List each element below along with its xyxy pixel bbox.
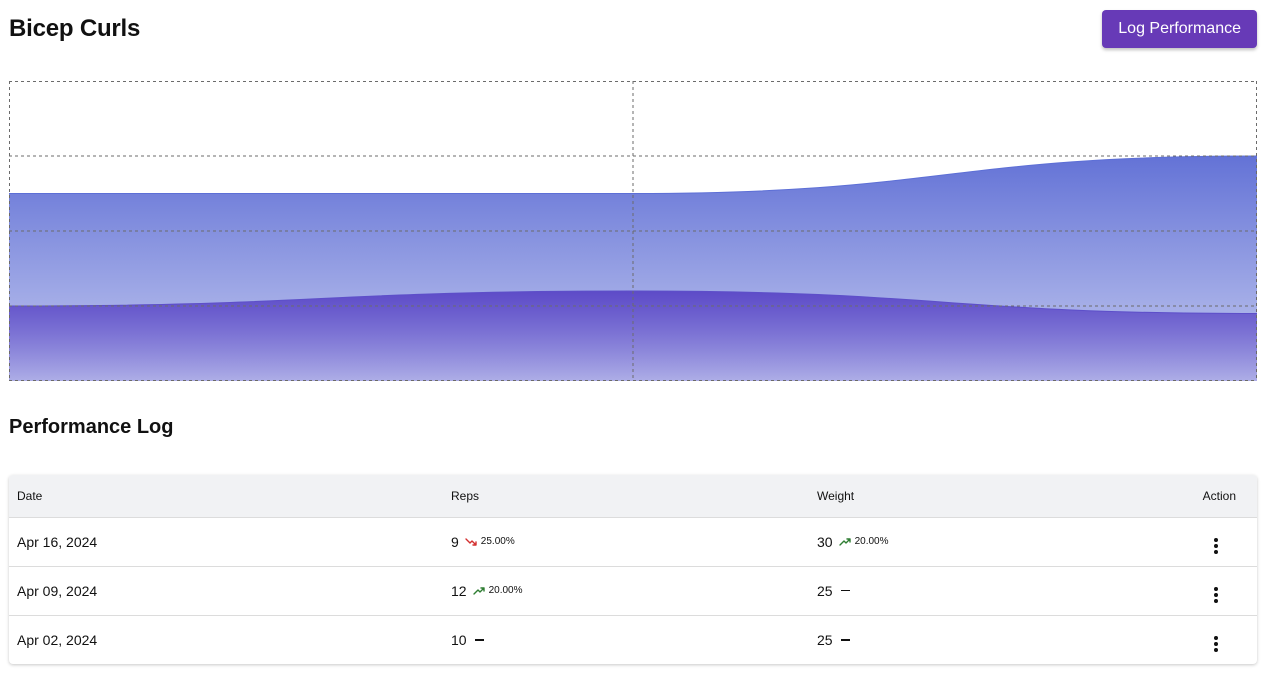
trend-percent: 25.00% xyxy=(480,536,515,547)
cell-action xyxy=(1109,614,1257,664)
reps-value: 12 xyxy=(451,582,467,599)
column-header-action: Action xyxy=(1109,475,1257,518)
column-header-weight[interactable]: Weight xyxy=(809,475,1109,518)
cell-date: Apr 02, 2024 xyxy=(9,614,443,664)
trend-indicator: 20.00% xyxy=(472,585,523,597)
table-row: Apr 02, 2024 10 25 xyxy=(9,614,1257,664)
cell-action xyxy=(1109,565,1257,615)
reps-value: 10 xyxy=(451,631,467,648)
trending-up-icon xyxy=(838,537,851,546)
performance-log-title: Performance Log xyxy=(9,416,174,438)
cell-date: Apr 09, 2024 xyxy=(9,565,443,615)
column-header-date[interactable]: Date xyxy=(9,475,443,518)
cell-action xyxy=(1109,517,1257,566)
page-header: Bicep Curls Log Performance xyxy=(9,10,1257,48)
trending-down-icon xyxy=(465,537,477,546)
cell-reps: 9 25.00% xyxy=(443,517,809,566)
table-header-row: Date Reps Weight Action xyxy=(9,475,1257,518)
no-change-dash xyxy=(474,639,484,641)
table-body: Apr 16, 2024 9 25.00% 30 20.00% Apr 09, 2024 1… xyxy=(9,517,1257,664)
table-row: Apr 09, 2024 12 20.00% 25 xyxy=(9,565,1257,615)
table-row: Apr 16, 2024 9 25.00% 30 20.00% xyxy=(9,517,1257,566)
more-options-icon[interactable] xyxy=(1209,586,1223,604)
weight-value: 30 xyxy=(817,533,833,550)
log-performance-button[interactable]: Log Performance xyxy=(1102,10,1257,48)
trend-percent: 20.00% xyxy=(854,536,889,547)
performance-chart xyxy=(9,81,1257,381)
more-options-icon[interactable] xyxy=(1209,537,1223,555)
trending-up-icon xyxy=(472,586,485,595)
cell-weight: 25 xyxy=(809,614,1109,664)
column-header-reps[interactable]: Reps xyxy=(443,475,809,518)
performance-log-table: Date Reps Weight Action Apr 16, 2024 9 25.… xyxy=(9,475,1257,664)
cell-date: Apr 16, 2024 xyxy=(17,533,98,550)
cell-reps: 12 20.00% xyxy=(443,565,809,615)
cell-weight: 25 xyxy=(809,565,1109,615)
cell-reps: 10 xyxy=(443,614,809,664)
trend-percent: 20.00% xyxy=(488,585,523,596)
more-options-icon[interactable] xyxy=(1209,635,1223,653)
no-change-dash xyxy=(840,639,850,641)
no-change-dash xyxy=(840,589,850,592)
trend-indicator: 20.00% xyxy=(838,536,889,548)
page-title: Bicep Curls xyxy=(9,15,141,42)
exercise-detail-page: Bicep Curls Log Performance Performance … xyxy=(0,0,1266,673)
cell-weight: 30 20.00% xyxy=(809,517,1109,566)
reps-value: 9 xyxy=(451,533,459,550)
trend-indicator: 25.00% xyxy=(465,536,515,548)
weight-value: 25 xyxy=(817,582,833,599)
weight-value: 25 xyxy=(817,631,833,648)
performance-chart-svg xyxy=(9,81,1257,381)
